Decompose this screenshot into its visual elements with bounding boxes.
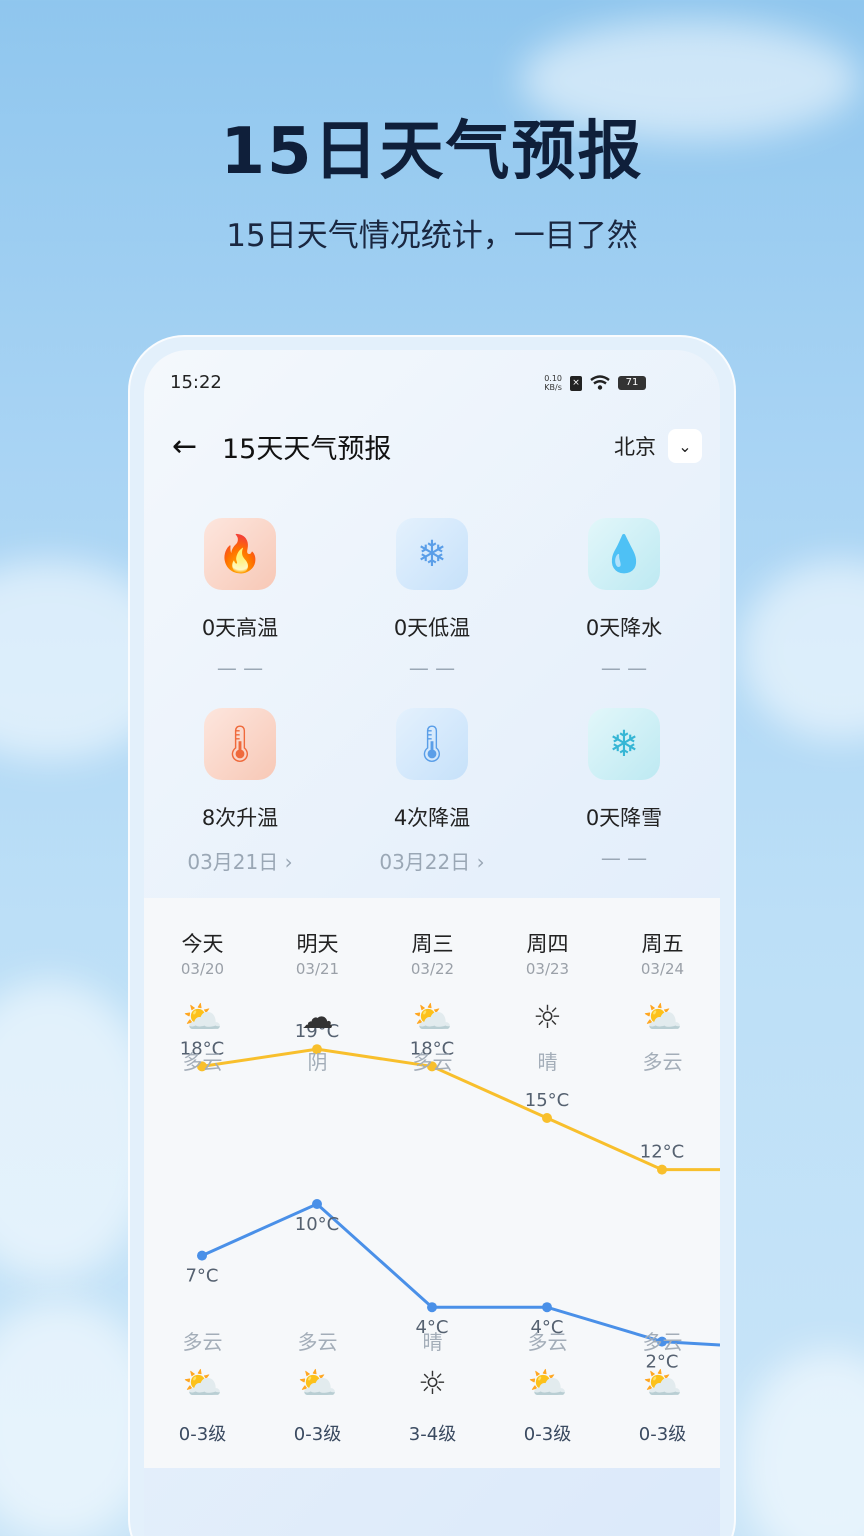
day-label: 周五 [641, 932, 684, 956]
partly-cloudy-icon: ⛅ [182, 998, 223, 1036]
sunny-icon: ☼ [533, 998, 562, 1036]
partly-cloudy-icon: ⛅ [182, 1364, 223, 1402]
day-label: 周三 [411, 932, 454, 956]
stat-precip[interactable]: 💧 0天降水 — — [528, 518, 720, 680]
day-weather: 晴 [537, 1050, 558, 1074]
day-weather: 多云 [412, 1050, 453, 1074]
sunny-icon: ☼ [418, 1364, 447, 1402]
flame-icon: 🔥 [204, 518, 276, 590]
high-temp-point [657, 1164, 667, 1175]
partly-cloudy-icon: ⛅ [412, 998, 453, 1036]
partly-cloudy-icon: ⛅ [297, 1364, 338, 1402]
day-date: 03/22 [410, 960, 455, 978]
stat-label: 0天降雪 [585, 806, 663, 830]
stat-label: 8次升温 [201, 806, 279, 830]
high-temp-label: 12°C [640, 1142, 684, 1163]
night-weather: 多云 [297, 1330, 338, 1354]
night-weather: 多云 [527, 1330, 568, 1354]
partly-cloudy-icon: ⛅ [642, 998, 683, 1036]
wind-level: 0-3级 [178, 1424, 227, 1445]
day-date: 03/21 [295, 960, 340, 978]
stat-sub: — — [216, 656, 264, 680]
status-icons: 0.10 KB/s × 71 [544, 374, 646, 392]
wifi-icon [590, 375, 610, 390]
low-temp-point [312, 1199, 322, 1209]
day-label: 今天 [181, 932, 224, 956]
high-temp-point [542, 1113, 552, 1123]
wind-level: 3-4级 [408, 1424, 457, 1445]
hero-subtitle: 15日天气情况统计，一目了然 [226, 218, 638, 254]
day-date: 03/23 [525, 960, 570, 978]
low-temp-label: 10°C [295, 1214, 339, 1235]
low-temp-label: 7°C [185, 1266, 218, 1287]
city-name[interactable]: 北京 [614, 431, 656, 461]
low-temp-line [201, 1202, 720, 1347]
wind-level: 0-3级 [638, 1424, 687, 1445]
stat-label: 0天降水 [585, 616, 663, 640]
night-weather: 多云 [642, 1330, 683, 1354]
low-temp-point [197, 1250, 207, 1261]
partly-cloudy-icon: ⛅ [642, 1364, 683, 1402]
high-temp-label: 15°C [525, 1090, 569, 1111]
day-weather: 多云 [642, 1050, 683, 1074]
status-time: 15:22 [170, 372, 222, 393]
stat-low-temp[interactable]: ❄ 0天低温 — — [336, 518, 528, 680]
low-temp-point [427, 1302, 437, 1313]
stat-label: 0天低温 [393, 616, 471, 640]
stat-sub: — — [600, 656, 648, 680]
partly-cloudy-icon: ⛅ [527, 1364, 568, 1402]
chevron-down-icon[interactable]: ⌄ [668, 429, 702, 463]
day-date: 03/24 [640, 960, 685, 978]
stat-snow[interactable]: ❄ 0天降雪 — — [528, 708, 720, 870]
day-weather: 多云 [182, 1050, 223, 1074]
night-weather: 晴 [422, 1330, 443, 1354]
water-drop-icon: 💧 [588, 518, 660, 590]
sim-icon: × [570, 375, 582, 391]
overcast-icon: ☁ [301, 998, 334, 1036]
stat-sub: — — [600, 846, 648, 870]
day-date: 03/20 [180, 960, 225, 978]
thermometer-cold-icon: ❄ [396, 518, 468, 590]
battery-icon: 71 [618, 376, 646, 390]
day-label: 明天 [296, 932, 339, 956]
stat-sub: 03月22日 › [379, 850, 485, 874]
night-weather: 多云 [182, 1330, 223, 1354]
arrow-left-icon[interactable]: ← [172, 429, 214, 464]
nav-bar: ← 15天天气预报 北京 ⌄ [172, 426, 702, 466]
day-weather: 阴 [307, 1050, 328, 1074]
day-label: 周四 [526, 932, 569, 956]
stat-cooling[interactable]: 🌡 4次降温 03月22日 › [336, 708, 528, 874]
thermometer-rise-icon: 🌡 [204, 708, 276, 780]
stat-label: 4次降温 [393, 806, 471, 830]
hero-title: 15日天气预报 [220, 115, 644, 189]
net-speed: 0.10 KB/s [544, 374, 562, 392]
stat-sub: — — [408, 656, 456, 680]
stat-high-temp[interactable]: 🔥 0天高温 — — [144, 518, 336, 680]
wind-level: 0-3级 [293, 1424, 342, 1445]
phone-screen: 15:22 0.10 KB/s × 71 ← 15天天气预报 北京 ⌄ 🔥 0天高… [144, 350, 720, 1536]
thermometer-fall-icon: 🌡 [396, 708, 468, 780]
page-title: 15天天气预报 [222, 433, 392, 465]
low-temp-point [542, 1302, 552, 1313]
forecast-panel: 18°C 19°C 18°C 15°C 12°C 7°C 10°C 4°C 4°C 2°C 今天 0… [144, 898, 720, 1468]
stat-label: 0天高温 [201, 616, 279, 640]
wind-level: 0-3级 [523, 1424, 572, 1445]
stat-sub: 03月21日 › [187, 850, 293, 874]
stat-warming[interactable]: 🌡 8次升温 03月21日 › [144, 708, 336, 874]
snowflake-icon: ❄ [588, 708, 660, 780]
